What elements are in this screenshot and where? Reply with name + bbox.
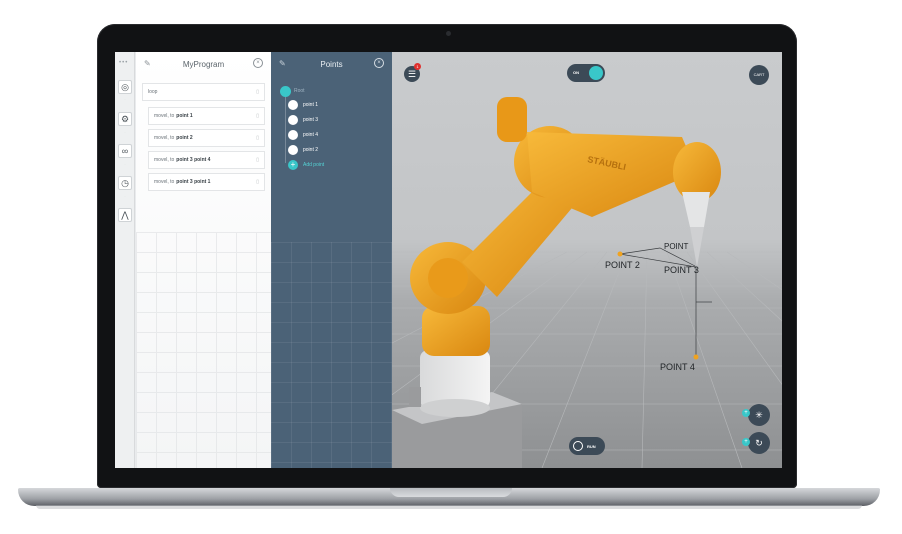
run-button[interactable]: RUN <box>569 437 605 455</box>
root-node-icon[interactable] <box>280 86 291 97</box>
step-target: point 3 point 4 <box>176 157 211 163</box>
program-step-1[interactable]: movel, to point 1 ▯ <box>148 107 265 125</box>
robot-scene: STÄUBLI POINT POINT 2 POINT 3 POINT 4 <box>392 97 782 468</box>
cart-button[interactable]: CART <box>749 65 769 85</box>
target-icon[interactable]: ◎ <box>118 80 132 94</box>
points-panel: ✎ Points × Root point 1 point 3 point 4 … <box>271 52 392 468</box>
point-marker <box>617 251 623 257</box>
point-dot-icon <box>288 115 298 125</box>
plus-icon[interactable]: + <box>742 409 750 417</box>
step-prefix: movel, to <box>154 113 175 119</box>
tool-rail: ••• ◎ · ⚙ · ∞ · ◷ · ⋀ <box>115 52 135 468</box>
step-prefix: movel, to <box>154 179 175 185</box>
step-target: point 2 <box>176 135 193 141</box>
program-panel: ✎ MyProgram × loop ▯ movel, to point 1 ▯ … <box>136 52 271 468</box>
trash-icon[interactable]: ▯ <box>256 179 259 185</box>
loop-block[interactable]: loop ▯ <box>142 83 265 101</box>
program-step-4[interactable]: movel, to point 3 point 1 ▯ <box>148 173 265 191</box>
robot-viewport[interactable]: STÄUBLI POINT POINT 2 POINT 3 POINT 4 ☰ … <box>392 52 782 468</box>
plus-icon: + <box>288 160 298 170</box>
rail-divider: · <box>124 97 126 101</box>
point-item[interactable]: point 1 <box>288 99 318 111</box>
loop-label: loop <box>148 89 158 95</box>
point-label: POINT 2 <box>605 260 640 270</box>
add-point-label: Add point <box>303 162 325 168</box>
point-label: POINT 4 <box>660 362 695 372</box>
point-label: point 4 <box>303 132 319 138</box>
program-step-3[interactable]: movel, to point 3 point 4 ▯ <box>148 151 265 169</box>
point-marker <box>693 354 699 360</box>
point-dot-icon <box>288 130 298 140</box>
laptop-notch <box>390 488 512 497</box>
points-title: Points <box>320 59 343 69</box>
pencil-icon[interactable]: ✎ <box>144 59 151 68</box>
trash-icon[interactable]: ▯ <box>256 135 259 141</box>
close-icon[interactable]: × <box>253 58 263 68</box>
app-screen: ••• ◎ · ⚙ · ∞ · ◷ · ⋀ ✎ MyProgram × loop… <box>115 52 782 468</box>
point-item[interactable]: point 3 <box>288 114 318 126</box>
robot-base <box>409 350 490 417</box>
laptop-camera <box>446 31 451 36</box>
robot-lower-arm <box>410 182 577 356</box>
pencil-icon[interactable]: ✎ <box>279 59 286 68</box>
trash-icon[interactable]: ▯ <box>256 157 259 163</box>
plus-icon[interactable]: + <box>742 438 750 446</box>
toggle-label: ON <box>573 70 579 75</box>
run-label: RUN <box>587 443 596 449</box>
power-toggle[interactable]: ON <box>567 64 605 82</box>
laptop-foot <box>36 505 862 509</box>
point-dot-icon <box>288 145 298 155</box>
timer-icon <box>573 441 583 451</box>
point-label: POINT 3 <box>664 265 699 275</box>
point-label: point 2 <box>303 147 319 153</box>
add-point-button[interactable]: + Add point <box>288 159 324 171</box>
floor-grid <box>136 232 271 468</box>
notification-badge: 1 <box>414 63 421 70</box>
trash-icon[interactable]: ▯ <box>256 113 259 119</box>
power-icon <box>589 66 603 80</box>
root-label: Root <box>294 88 305 94</box>
program-title: MyProgram <box>182 59 225 69</box>
point-label: POINT <box>664 242 689 251</box>
rail-divider: · <box>124 194 126 198</box>
rail-divider: · <box>124 130 126 134</box>
branch-icon[interactable]: ⋀ <box>118 208 132 222</box>
floor-grid <box>271 242 392 468</box>
program-step-2[interactable]: movel, to point 2 ▯ <box>148 129 265 147</box>
trash-icon[interactable]: ▯ <box>256 89 259 95</box>
point-item[interactable]: point 4 <box>288 129 318 141</box>
step-target: point 1 <box>176 113 193 119</box>
robot-icon[interactable]: ⚙ <box>118 112 132 126</box>
loop-icon[interactable]: ∞ <box>118 144 132 158</box>
points-header: ✎ Points × <box>271 52 392 76</box>
point-item[interactable]: point 2 <box>288 144 318 156</box>
step-target: point 3 point 1 <box>176 179 211 185</box>
rail-dots-icon[interactable]: ••• <box>119 60 128 66</box>
timer-icon[interactable]: ◷ <box>118 176 132 190</box>
point-label: point 1 <box>303 102 319 108</box>
point-dot-icon <box>288 100 298 110</box>
rotate-icon[interactable]: ↻ <box>748 432 770 454</box>
step-prefix: movel, to <box>154 135 175 141</box>
axes-icon[interactable]: ✳ <box>748 404 770 426</box>
rail-divider: · <box>124 162 126 166</box>
close-icon[interactable]: × <box>374 58 384 68</box>
step-prefix: movel, to <box>154 157 175 163</box>
point-label: point 3 <box>303 117 319 123</box>
program-header: ✎ MyProgram × <box>136 52 271 76</box>
tree-line <box>285 97 286 163</box>
